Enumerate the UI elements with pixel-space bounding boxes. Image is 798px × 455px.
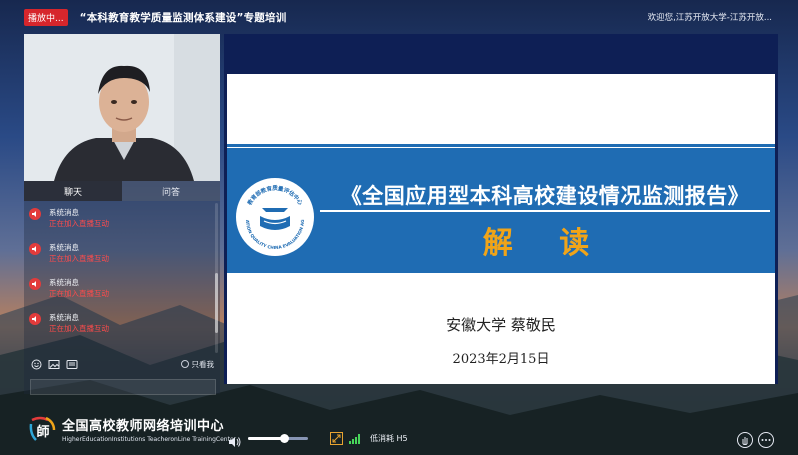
- slide-subtitle: 解 读: [482, 226, 608, 261]
- brand-name-en: HigherEducationInstitutions TeacheronLin…: [62, 436, 237, 443]
- list-item: 系统消息 正在加入直播互动: [24, 201, 220, 236]
- file-upload-icon[interactable]: [66, 359, 79, 370]
- hand-icon: [742, 437, 748, 445]
- image-upload-icon[interactable]: [48, 359, 61, 370]
- message-sender: 系统消息: [49, 208, 79, 217]
- welcome-user-text[interactable]: 欢迎您,江苏开放大学-江苏开放...: [648, 11, 772, 23]
- message-sender: 系统消息: [49, 278, 79, 287]
- presenter-name: 安徽大学 蔡敬民: [446, 316, 556, 334]
- message-body: 正在加入直播互动: [49, 219, 109, 228]
- message-body: 正在加入直播互动: [49, 254, 109, 263]
- title-divider: [320, 210, 770, 212]
- only-me-checkbox[interactable]: [180, 360, 189, 368]
- list-item: 系统消息 正在加入直播互动: [24, 271, 220, 306]
- chat-toolbar: 只看我: [24, 354, 220, 374]
- message-body: 正在加入直播互动: [49, 289, 109, 298]
- player-controls: 低消耗 H5: [228, 432, 408, 447]
- speaker-icon: [29, 313, 41, 325]
- raise-hand-button[interactable]: [737, 432, 753, 448]
- speaker-icon: [29, 243, 41, 255]
- chat-input[interactable]: [30, 378, 216, 395]
- brand-mark-char: 師: [36, 424, 49, 440]
- fullscreen-toggle-icon[interactable]: [330, 432, 343, 445]
- list-item: 系统消息 正在加入直播互动: [24, 236, 220, 271]
- speaker-icon: [29, 208, 41, 220]
- teacher-brand-icon: 師: [29, 416, 56, 441]
- list-item: 系统消息 正在加入直播互动: [24, 306, 220, 341]
- page-title: “本科教育教学质量监测体系建设”专题培训: [79, 11, 287, 24]
- chat-panel: 聊天 问答 系统消息 正在加入直播互动 系统消息 正在加入直播互动 系统消息 正…: [24, 181, 220, 395]
- brand-name-cn: 全国高校教师网络培训中心: [62, 419, 225, 434]
- presentation-date: 2023年2月15日: [452, 352, 550, 367]
- quality-selector[interactable]: 低消耗 H5: [370, 433, 408, 444]
- presenter-camera-feed: [24, 34, 220, 181]
- live-status-badge: 播放中...: [24, 8, 68, 26]
- chat-scroll-thumb[interactable]: [215, 273, 218, 333]
- volume-slider[interactable]: [248, 434, 308, 443]
- tab-qa[interactable]: 问答: [122, 181, 220, 201]
- speaker-icon: [29, 278, 41, 290]
- message-sender: 系统消息: [49, 313, 79, 322]
- brand-logo: 師 全国高校教师网络培训中心 HigherEducationInstitutio…: [28, 414, 236, 444]
- emoji-icon[interactable]: [30, 359, 43, 370]
- presenter-video-image: [24, 34, 220, 181]
- signal-strength-icon: [349, 433, 360, 444]
- report-title: 《全国应用型本科高校建设情况监测报告》: [340, 184, 750, 208]
- message-body: 正在加入直播互动: [49, 324, 109, 333]
- chat-tabs: 聊天 问答: [24, 181, 220, 201]
- volume-icon[interactable]: [228, 433, 242, 447]
- more-options-button[interactable]: [758, 432, 774, 448]
- svg-text:教育部教育质量评估中心: 教育部教育质量评估中心: [245, 184, 305, 207]
- volume-slider-fill: [248, 437, 284, 440]
- only-me-label: 只看我: [191, 359, 215, 369]
- more-dots-icon: [761, 439, 771, 441]
- slide-band-line: [227, 144, 775, 147]
- tab-chat[interactable]: 聊天: [24, 181, 122, 201]
- message-sender: 系统消息: [49, 243, 79, 252]
- only-me-toggle[interactable]: 只看我: [180, 359, 215, 370]
- logo-cn-text: 教育部教育质量评估中心: [245, 184, 305, 207]
- chat-message-list[interactable]: 系统消息 正在加入直播互动 系统消息 正在加入直播互动 系统消息 正在加入直播互…: [24, 201, 220, 354]
- volume-slider-knob[interactable]: [279, 434, 289, 443]
- chat-scrollbar[interactable]: [215, 203, 218, 353]
